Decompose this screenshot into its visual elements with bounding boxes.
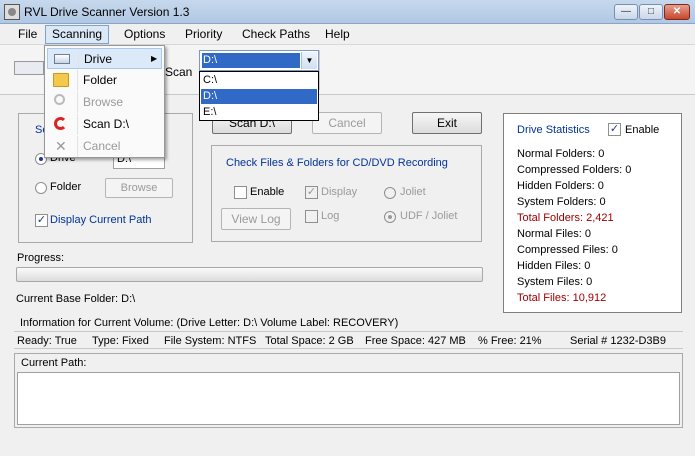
stat-line: Hidden Files: 0	[517, 260, 591, 272]
stat-line: Normal Files: 0	[517, 228, 591, 240]
volume-percent-free: % Free: 21%	[478, 335, 542, 347]
view-log-button[interactable]: View Log	[221, 208, 291, 230]
drive-statistics-panel: Drive Statistics ✓ Enable Normal Folders…	[503, 113, 682, 313]
menu-priority[interactable]: Priority	[183, 27, 224, 41]
menu-file[interactable]: File	[16, 27, 39, 41]
cd-log-label: Log	[321, 210, 340, 222]
menu-item-folder[interactable]: Folder	[47, 70, 162, 91]
volume-total-space: Total Space: 2 GB	[265, 335, 354, 347]
chevron-down-icon[interactable]: ▼	[301, 52, 317, 69]
submenu-arrow-icon: ▶	[151, 54, 158, 63]
menu-separator	[77, 114, 78, 135]
menu-separator	[77, 92, 78, 113]
folder-icon	[53, 73, 69, 87]
current-path-label: Current Path:	[21, 357, 87, 369]
progress-label: Progress:	[17, 252, 65, 264]
cd-dvd-group-title: Check Files & Folders for CD/DVD Recordi…	[226, 157, 448, 169]
cd-enable-label: Enable	[250, 186, 285, 198]
scanning-menu: Drive ▶ Folder Browse Scan D:\ ✕ Cancel	[44, 45, 165, 158]
app-icon	[4, 4, 20, 20]
menu-separator	[77, 70, 78, 91]
folder-radio[interactable]	[35, 182, 47, 194]
display-path-checkbox[interactable]: ✓	[35, 214, 48, 227]
menu-help[interactable]: Help	[323, 27, 352, 41]
menu-item-scan[interactable]: Scan D:\	[47, 114, 162, 135]
volume-file-system: File System: NTFS	[164, 335, 257, 347]
menu-bar: File Scanning Options Priority Check Pat…	[0, 24, 695, 45]
drive-option-e[interactable]: E:\	[201, 105, 317, 120]
current-base-folder: Current Base Folder: D:\	[16, 293, 136, 305]
drive-dropdown-list: C:\ D:\ E:\	[199, 71, 319, 121]
volume-ready: Ready: True	[17, 335, 77, 347]
window-title: RVL Drive Scanner Version 1.3	[24, 5, 190, 19]
current-path-group: Current Path:	[14, 353, 683, 428]
stats-enable-checkbox[interactable]: ✓	[608, 123, 621, 136]
folder-radio-label: Folder	[50, 181, 82, 193]
refresh-icon	[54, 117, 67, 130]
cancel-button[interactable]: Cancel	[312, 112, 382, 134]
volume-type: Type: Fixed	[92, 335, 149, 347]
volume-serial: Serial # 1232-D3B9	[570, 335, 667, 347]
stat-line: Total Folders: 2,421	[517, 212, 614, 224]
menu-separator	[77, 136, 78, 157]
drive-option-d[interactable]: D:\	[201, 89, 317, 104]
drive-combo-value: D:\	[202, 53, 300, 68]
magnifier-icon	[54, 94, 65, 105]
menu-scanning[interactable]: Scanning	[45, 25, 110, 44]
cd-display-checkbox[interactable]: ✓	[305, 186, 318, 199]
cd-dvd-group: Check Files & Folders for CD/DVD Recordi…	[211, 145, 482, 242]
menu-check-paths[interactable]: Check Paths	[240, 27, 312, 41]
volume-info-header: Information for Current Volume: (Drive L…	[20, 317, 399, 329]
stat-line: Normal Folders: 0	[517, 148, 605, 160]
drive-option-c[interactable]: C:\	[201, 73, 317, 88]
maximize-button[interactable]: □	[639, 4, 663, 20]
stats-enable-label: Enable	[625, 124, 660, 136]
browse-button[interactable]: Browse	[105, 178, 173, 198]
menu-item-scan-label: Scan D:\	[83, 117, 130, 131]
menu-item-folder-label: Folder	[83, 73, 118, 87]
current-path-display[interactable]	[17, 372, 680, 425]
drive-toolbar-icon[interactable]	[14, 61, 44, 75]
menu-options[interactable]: Options	[122, 27, 167, 41]
stat-line: System Folders: 0	[517, 196, 606, 208]
joliet-radio[interactable]	[384, 187, 396, 199]
cd-display-label: Display	[321, 186, 358, 198]
volume-free-space: Free Space: 427 MB	[365, 335, 466, 347]
udf-radio[interactable]	[384, 211, 396, 223]
menu-item-cancel[interactable]: ✕ Cancel	[47, 136, 162, 157]
exit-button[interactable]: Exit	[412, 112, 482, 134]
drive-icon	[54, 54, 70, 64]
menu-item-browse-label: Browse	[83, 95, 124, 109]
stat-line: Hidden Folders: 0	[517, 180, 604, 192]
udf-label: UDF / Joliet	[400, 210, 458, 222]
stat-line: Compressed Files: 0	[517, 244, 618, 256]
joliet-label: Joliet	[400, 186, 426, 198]
x-icon: ✕	[55, 138, 67, 154]
drive-combo[interactable]: D:\ ▼	[199, 50, 319, 71]
progress-bar	[16, 267, 483, 282]
close-button[interactable]: ✕	[664, 4, 690, 20]
minimize-button[interactable]: —	[614, 4, 638, 20]
menu-item-browse[interactable]: Browse	[47, 92, 162, 113]
volume-info-row: Ready: True Type: Fixed File System: NTF…	[14, 331, 683, 349]
stat-line: Compressed Folders: 0	[517, 164, 632, 176]
toolbar-divider	[319, 50, 347, 90]
menu-item-cancel-label: Cancel	[83, 139, 121, 153]
cd-log-checkbox[interactable]	[305, 210, 318, 223]
drive-statistics-title: Drive Statistics	[517, 124, 590, 136]
display-path-label: Display Current Path	[50, 214, 152, 226]
menu-item-drive-label: Drive	[84, 52, 113, 66]
toolbar-scan-label: Scan	[165, 65, 193, 79]
stat-line: Total Files: 10,912	[517, 292, 607, 304]
menu-separator	[78, 49, 79, 68]
cd-enable-checkbox[interactable]	[234, 186, 247, 199]
menu-item-drive[interactable]: Drive ▶	[47, 48, 162, 69]
title-bar: RVL Drive Scanner Version 1.3 — □ ✕	[0, 0, 695, 24]
stat-line: System Files: 0	[517, 276, 593, 288]
